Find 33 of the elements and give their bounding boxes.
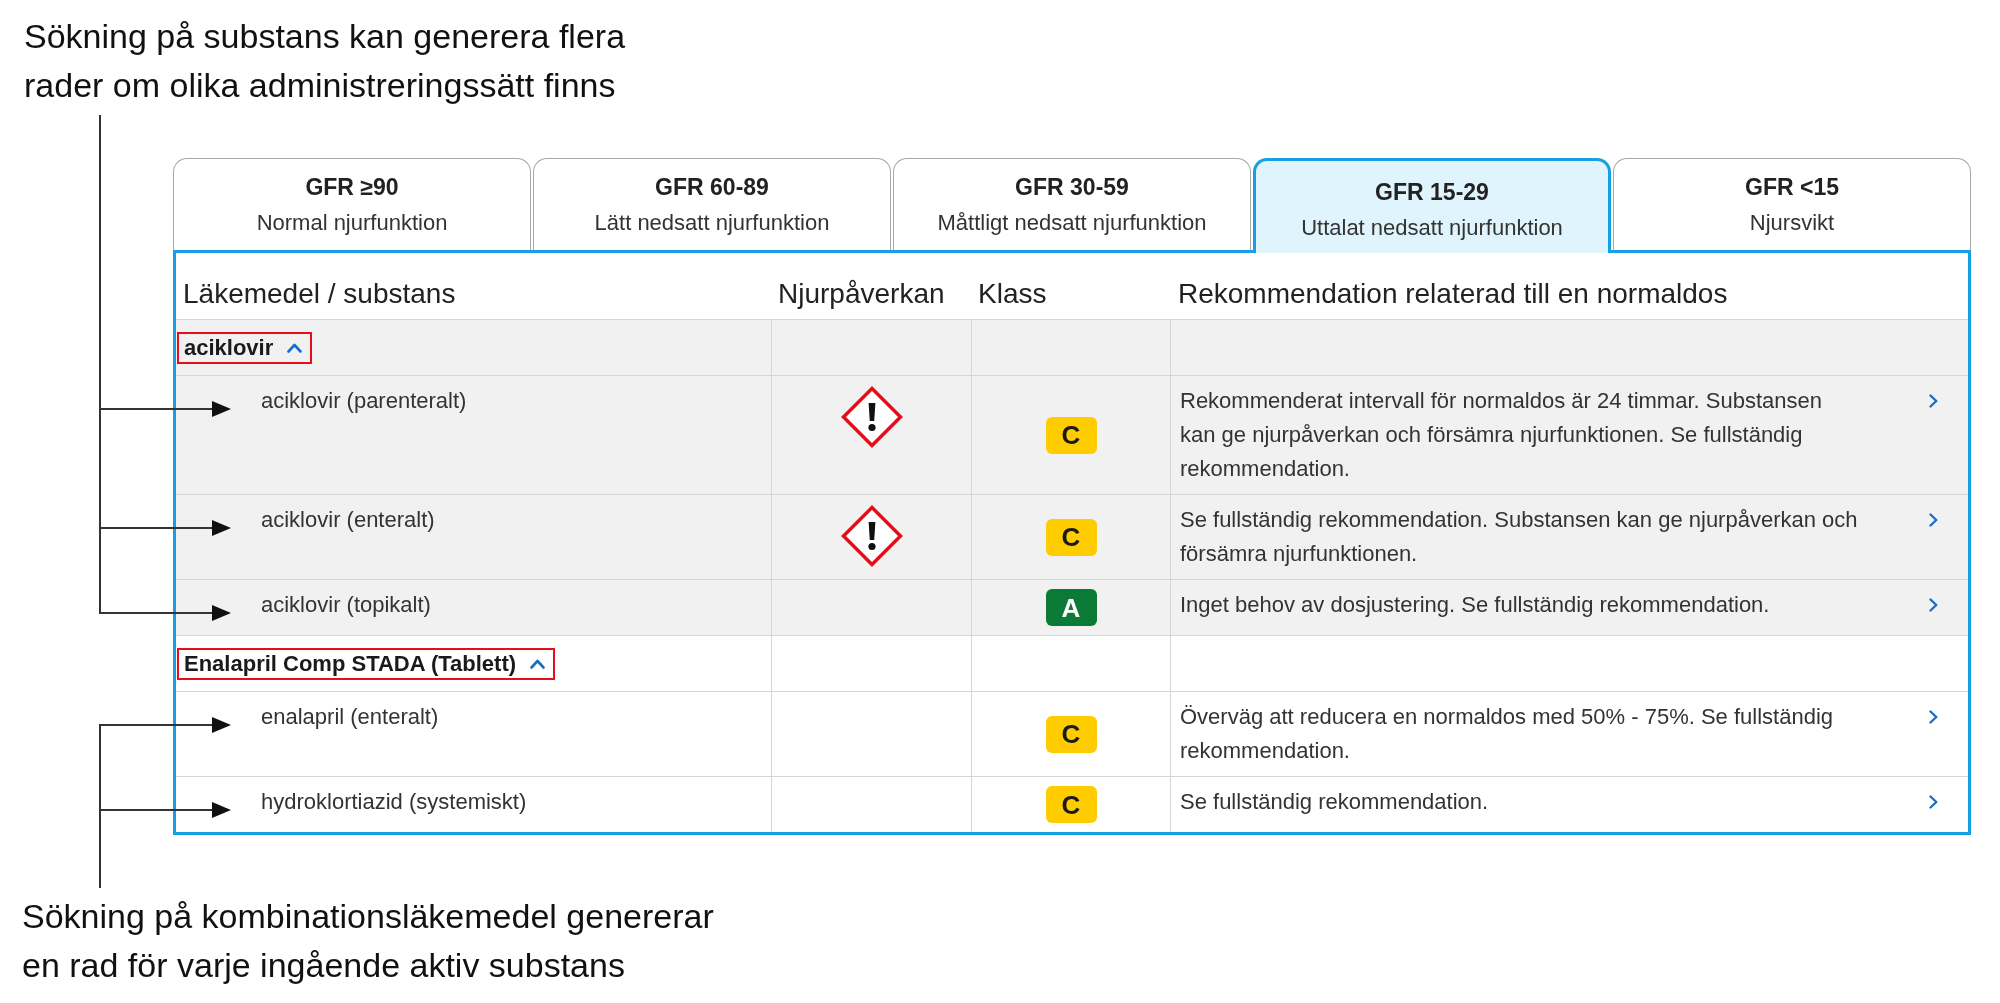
tab[interactable]: GFR <15 Njursvikt [1613, 158, 1971, 250]
class-badge: C [1045, 518, 1097, 556]
group-toggle[interactable]: Enalapril Comp STADA (Tablett) [177, 647, 556, 680]
recommendation-text: Se fullständig rekommendation. [1180, 788, 1489, 816]
column-header: Njurpåverkan [778, 278, 945, 309]
callout-text: Sökning på substans kan generera flera rader om olika administreringssätt finns [24, 16, 626, 106]
class-badge: C [1045, 416, 1097, 454]
substance-name: enalapril (enteralt) [261, 704, 439, 729]
class-badge: A [1045, 589, 1097, 626]
chevron-right-icon[interactable] [1929, 513, 1938, 527]
chevron-right-icon[interactable] [1929, 598, 1938, 612]
recommendation-text: Inget behov av dosjustering. Se fullständig rekommendation. [1180, 591, 1770, 619]
chevron-right-icon[interactable] [1929, 795, 1938, 809]
substance-name: aciklovir (parenteralt) [261, 388, 467, 413]
chevron-right-icon[interactable] [1929, 394, 1938, 408]
substance-name: aciklovir (topikalt) [261, 592, 431, 617]
recommendation-text: Rekommenderat intervall för normaldos är 24 timmar. Substansen kan ge njurpåverkan och försämra njurfunktionen. Se fullständig rekommendation. [1180, 387, 1823, 483]
tab[interactable]: GFR 15-29 Uttalat nedsatt njurfunktion [1253, 158, 1611, 253]
substance-name: hydroklortiazid (systemiskt) [261, 789, 527, 814]
column-header: Klass [978, 278, 1047, 309]
tab[interactable]: GFR ≥90 Normal njurfunktion [173, 158, 531, 250]
tab[interactable]: GFR 30-59 Måttligt nedsatt njurfunktion [893, 158, 1251, 250]
class-badge: C [1045, 786, 1097, 823]
group-toggle[interactable]: aciklovir [177, 331, 313, 364]
column-header: Rekommendation relaterad till en normaldos [1178, 278, 1728, 309]
column-header: Läkemedel / substans [183, 278, 456, 309]
recommendation-text: Se fullständig rekommendation. Substansen kan ge njurpåverkan och försämra njurfunktionen. [1180, 506, 1859, 568]
tab[interactable]: GFR 60-89 Lätt nedsatt njurfunktion [533, 158, 891, 250]
substance-name: aciklovir (enteralt) [261, 507, 435, 532]
recommendation-text: Överväg att reducera en normaldos med 50% - 75%. Se fullständig rekommendation. [1180, 703, 1835, 765]
class-badge: C [1045, 715, 1097, 753]
callout-text: Sökning på kombinationsläkemedel genererar en rad för varje ingående aktiv substans [22, 896, 714, 986]
chevron-right-icon[interactable] [1929, 710, 1938, 724]
